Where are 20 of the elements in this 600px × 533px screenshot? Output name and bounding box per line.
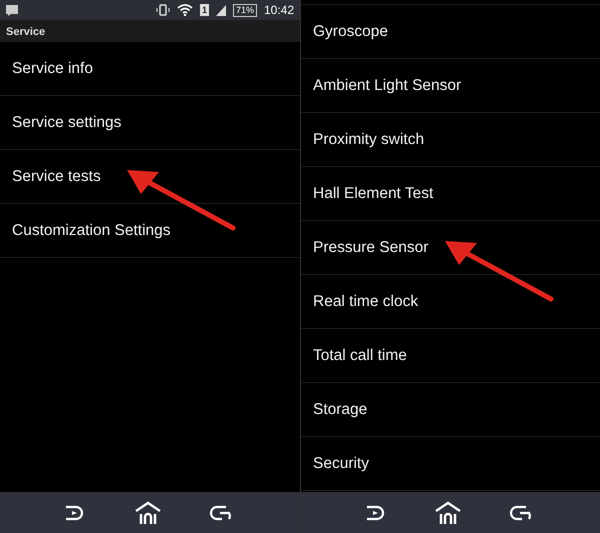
menu-item[interactable]: Ambient Light Sensor bbox=[301, 59, 600, 113]
notification-icon bbox=[6, 4, 18, 16]
signal-icon bbox=[216, 4, 226, 16]
clock-text: 10:42 bbox=[264, 2, 294, 19]
menu-item[interactable]: Security bbox=[301, 437, 600, 491]
back-nav-icon[interactable] bbox=[364, 504, 387, 522]
home-nav-icon[interactable] bbox=[134, 500, 162, 524]
home-nav-icon[interactable] bbox=[434, 500, 462, 524]
back-nav-icon[interactable] bbox=[64, 504, 86, 522]
wifi-icon bbox=[176, 4, 193, 16]
menu-item[interactable]: Storage bbox=[301, 383, 600, 437]
battery-indicator: 71% bbox=[232, 4, 257, 16]
sim-card-icon: 1 bbox=[200, 4, 209, 16]
menu-item[interactable]: Total call time bbox=[301, 329, 600, 383]
menu-item[interactable]: Gyroscope bbox=[301, 5, 600, 59]
vibrate-icon bbox=[156, 4, 170, 16]
menu-item[interactable]: Real time clock bbox=[301, 275, 600, 329]
menu-item[interactable]: Proximity switch bbox=[301, 113, 600, 167]
menu-item[interactable]: Hall Element Test bbox=[301, 167, 600, 221]
app-title: Service bbox=[0, 20, 300, 42]
